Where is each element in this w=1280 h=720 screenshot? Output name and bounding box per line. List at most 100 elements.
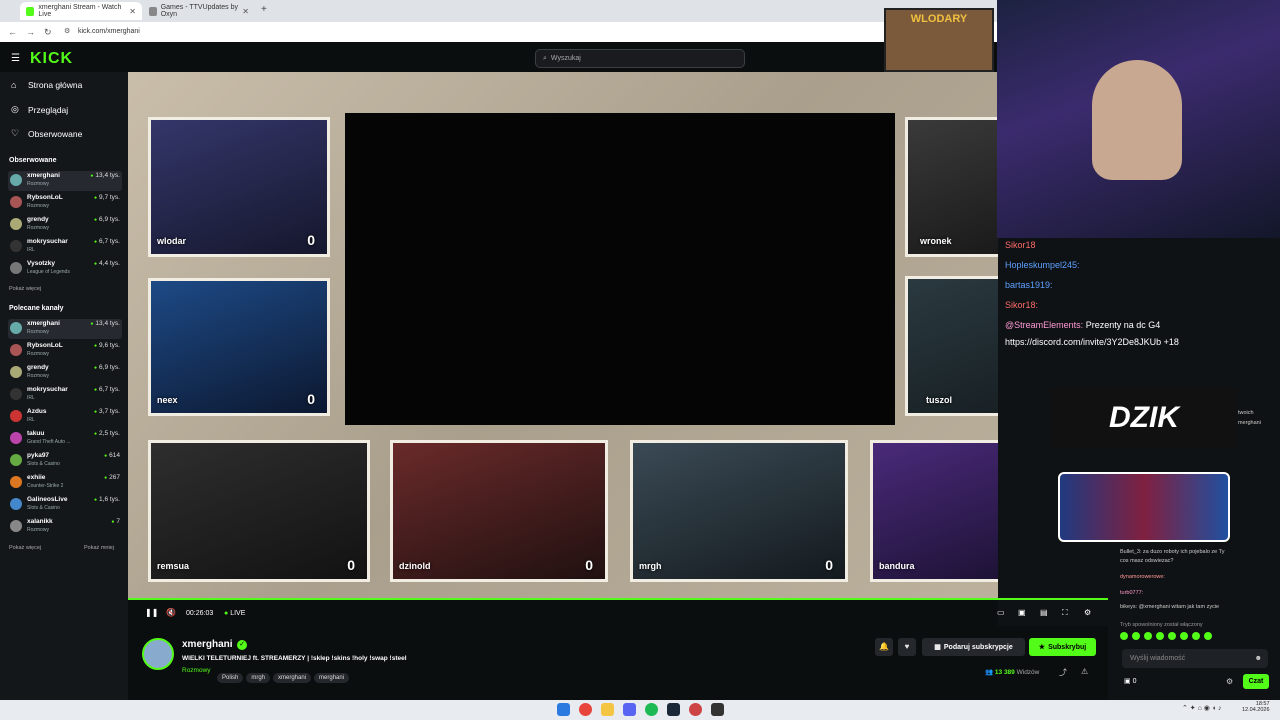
followed-title: Obserwowane [9,157,57,164]
emote-icon[interactable] [1156,632,1164,640]
channel-item[interactable]: xmerghaniRozmowy13,4 tys. [8,171,122,191]
close-icon[interactable]: ✕ [129,7,136,16]
emote-icon[interactable] [1132,632,1140,640]
tag[interactable]: mrgh [246,673,271,683]
theater-mode-icon[interactable]: ▭ [997,608,1005,617]
emote-bar[interactable] [1120,632,1270,642]
pause-icon[interactable]: ❚❚ [145,608,158,617]
avatar [10,520,22,532]
avatar [10,240,22,252]
browser-icon[interactable] [689,703,702,716]
channel-item[interactable]: GalineosLiveSlots & Casino1,6 tys. [8,495,122,515]
kick-logo[interactable]: KICK [30,50,73,68]
emote-icon[interactable] [1168,632,1176,640]
chat-settings-icon[interactable]: ⚙ [1226,677,1233,686]
emote-icon[interactable] [1120,632,1128,640]
channel-item[interactable]: takuuGrand Theft Auto ...2,5 tys. [8,429,122,449]
camera-tile: dzinold 0 [390,440,608,582]
tab-ttvupdates[interactable]: Games - TTVUpdates by Oxyn ✕ [143,2,255,20]
avatar [10,388,22,400]
channel-item[interactable]: mokrysucharIRL6,7 tys. [8,237,122,257]
discord-icon[interactable] [623,703,636,716]
forward-icon[interactable]: → [26,27,35,37]
start-icon[interactable] [557,703,570,716]
notification-bell-icon[interactable]: 🔔 [875,638,893,656]
stream-category[interactable]: Rozmowy [182,667,211,674]
emote-icon[interactable] [1180,632,1188,640]
steam-icon[interactable] [667,703,680,716]
viewer-count: 👥 13 389 Widzów [985,669,1040,676]
overlay-image [1058,472,1230,542]
channel-item[interactable]: VysotzkyLeague of Legends4,4 tys. [8,259,122,279]
share-icon[interactable]: ⤴ [1059,667,1067,678]
kick-favicon-icon [26,6,35,16]
avatar [10,218,22,230]
channel-item[interactable]: grendyRozmowy6,9 tys. [8,215,122,235]
camera-tile: mrgh 0 [630,440,848,582]
system-tray-icons[interactable]: ⌃ ✦ ⌂ ◉ ◖ ♪ [1182,704,1222,712]
site-info-icon[interactable]: ⚙ [64,27,70,35]
chrome-icon[interactable] [579,703,592,716]
gift-sub-button[interactable]: ▦ Podaruj subskrypcje [922,638,1025,656]
close-icon[interactable]: ✕ [242,7,249,16]
mute-icon[interactable]: 🔇 [166,608,176,617]
tag-list: Polish mrgh xmerghani merghani [217,666,352,684]
folder-icon[interactable] [601,703,614,716]
channel-item[interactable]: pyka97Slots & Casino614 [8,451,122,471]
report-icon[interactable]: ⚠ [1081,667,1088,676]
emoji-icon[interactable]: ☻ [1255,655,1262,662]
settings-icon[interactable]: ⚙ [1084,608,1091,617]
send-chat-button[interactable]: Czat [1243,674,1269,689]
avatar [10,432,22,444]
tag[interactable]: Polish [217,673,244,683]
channel-item[interactable]: grendyRozmowy6,9 tys. [8,363,122,383]
channel-item[interactable]: exhiieCounter-Strike 2267 [8,473,122,493]
nav-home[interactable]: ⌂ Strona główna [11,80,82,90]
nav-browse[interactable]: ◎ Przeglądaj [11,104,68,115]
kick-header [0,42,1000,72]
tag[interactable]: merghani [314,673,350,683]
clock[interactable]: 18:57 12.04.2026 [1242,701,1270,713]
nav-following[interactable]: ♡ Obserwowane [11,128,82,139]
show-more-recommended[interactable]: Pokaż więcej [9,545,41,551]
tab-kick[interactable]: xmerghani Stream - Watch Live ✕ [20,2,142,20]
follow-heart-icon[interactable]: ♥ [898,638,916,656]
spotify-icon[interactable] [645,703,658,716]
taskbar [0,700,1280,720]
camera-tile: neex 0 [148,278,330,416]
channel-item[interactable]: RybsonLoLRozmowy9,7 tys. [8,193,122,213]
tag[interactable]: xmerghani [273,673,312,683]
emote-icon[interactable] [1144,632,1152,640]
back-icon[interactable]: ← [8,27,17,37]
pip-icon[interactable]: ▣ [1018,608,1026,617]
streamer-webcam [997,0,1280,238]
avatar [10,476,22,488]
viewers-icon: 👥 [985,669,994,676]
camera-tile: wlodar 0 [148,117,330,257]
channel-item[interactable]: xalanikkRozmowy7 [8,517,122,537]
channel-item[interactable]: RybsonLoLRozmowy9,6 tys. [8,341,122,361]
live-indicator: ● LIVE [224,610,246,617]
channel-item[interactable]: AzdusIRL3,7 tys. [8,407,122,427]
chat-input[interactable]: Wyślij wiadomość ☻ [1122,649,1268,668]
avatar [10,366,22,378]
url-field[interactable]: kick.com/xmerghani [78,28,140,35]
emote-icon[interactable] [1192,632,1200,640]
emote-icon[interactable] [1204,632,1212,640]
clip-icon[interactable]: ▤ [1040,608,1048,617]
channel-item[interactable]: mokrysucharIRL6,7 tys. [8,385,122,405]
points-counter[interactable]: ▣ 0 [1124,677,1136,685]
reload-icon[interactable]: ↻ [44,27,52,38]
chat-line: bikeys: @xmerghani witam jak tam zycie [1120,604,1220,610]
show-more-followed[interactable]: Pokaż więcej [9,286,41,292]
subscribe-button[interactable]: ★ Subskrybuj [1029,638,1096,656]
new-tab-icon[interactable]: + [261,4,267,15]
channel-name[interactable]: xmerghani [182,639,233,650]
channel-item[interactable]: xmerghaniRozmowy13,4 tys. [8,319,122,339]
menu-icon[interactable]: ☰ [11,53,20,64]
fullscreen-icon[interactable]: ⛶ [1062,608,1068,618]
channel-avatar[interactable] [142,638,174,670]
show-less-recommended[interactable]: Pokaż mniej [84,545,114,551]
search-input[interactable]: ⌕ Wyszukaj [535,49,745,68]
app-icon[interactable] [711,703,724,716]
